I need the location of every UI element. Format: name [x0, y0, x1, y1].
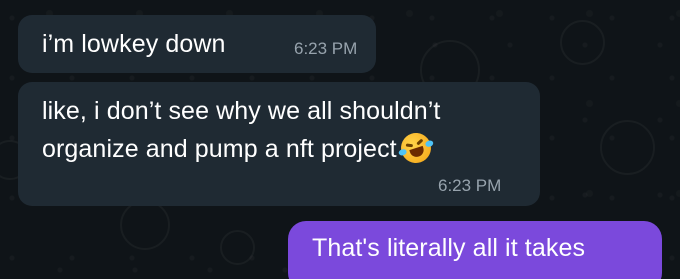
- outgoing-message-bubble[interactable]: That's literally all it takes: [288, 221, 662, 279]
- message-timestamp: 6:23 PM: [438, 176, 502, 195]
- emoji-mouth: [409, 145, 426, 159]
- message-text-line: organize and pump a nft project: [42, 129, 435, 167]
- message-text: organize and pump a nft project: [42, 135, 397, 163]
- wallpaper-doodle: [600, 120, 655, 175]
- incoming-message-bubble[interactable]: i’m lowkey down 6:23 PM: [18, 15, 376, 73]
- incoming-message-bubble[interactable]: like, i don’t see why we all shouldn’t o…: [18, 82, 540, 206]
- rolling-on-floor-laughing-emoji-icon: [396, 129, 435, 167]
- message-timestamp: 6:23 PM: [294, 39, 358, 58]
- message-text-line: like, i don’t see why we all shouldn’t: [42, 97, 441, 125]
- tear-icon: [424, 139, 434, 148]
- wallpaper-doodle: [220, 230, 255, 265]
- wallpaper-doodle: [120, 200, 170, 250]
- wallpaper-doodle: [560, 20, 605, 65]
- message-text: That's literally all it takes: [312, 234, 586, 262]
- tear-icon: [397, 148, 408, 157]
- message-text: i’m lowkey down: [42, 30, 226, 58]
